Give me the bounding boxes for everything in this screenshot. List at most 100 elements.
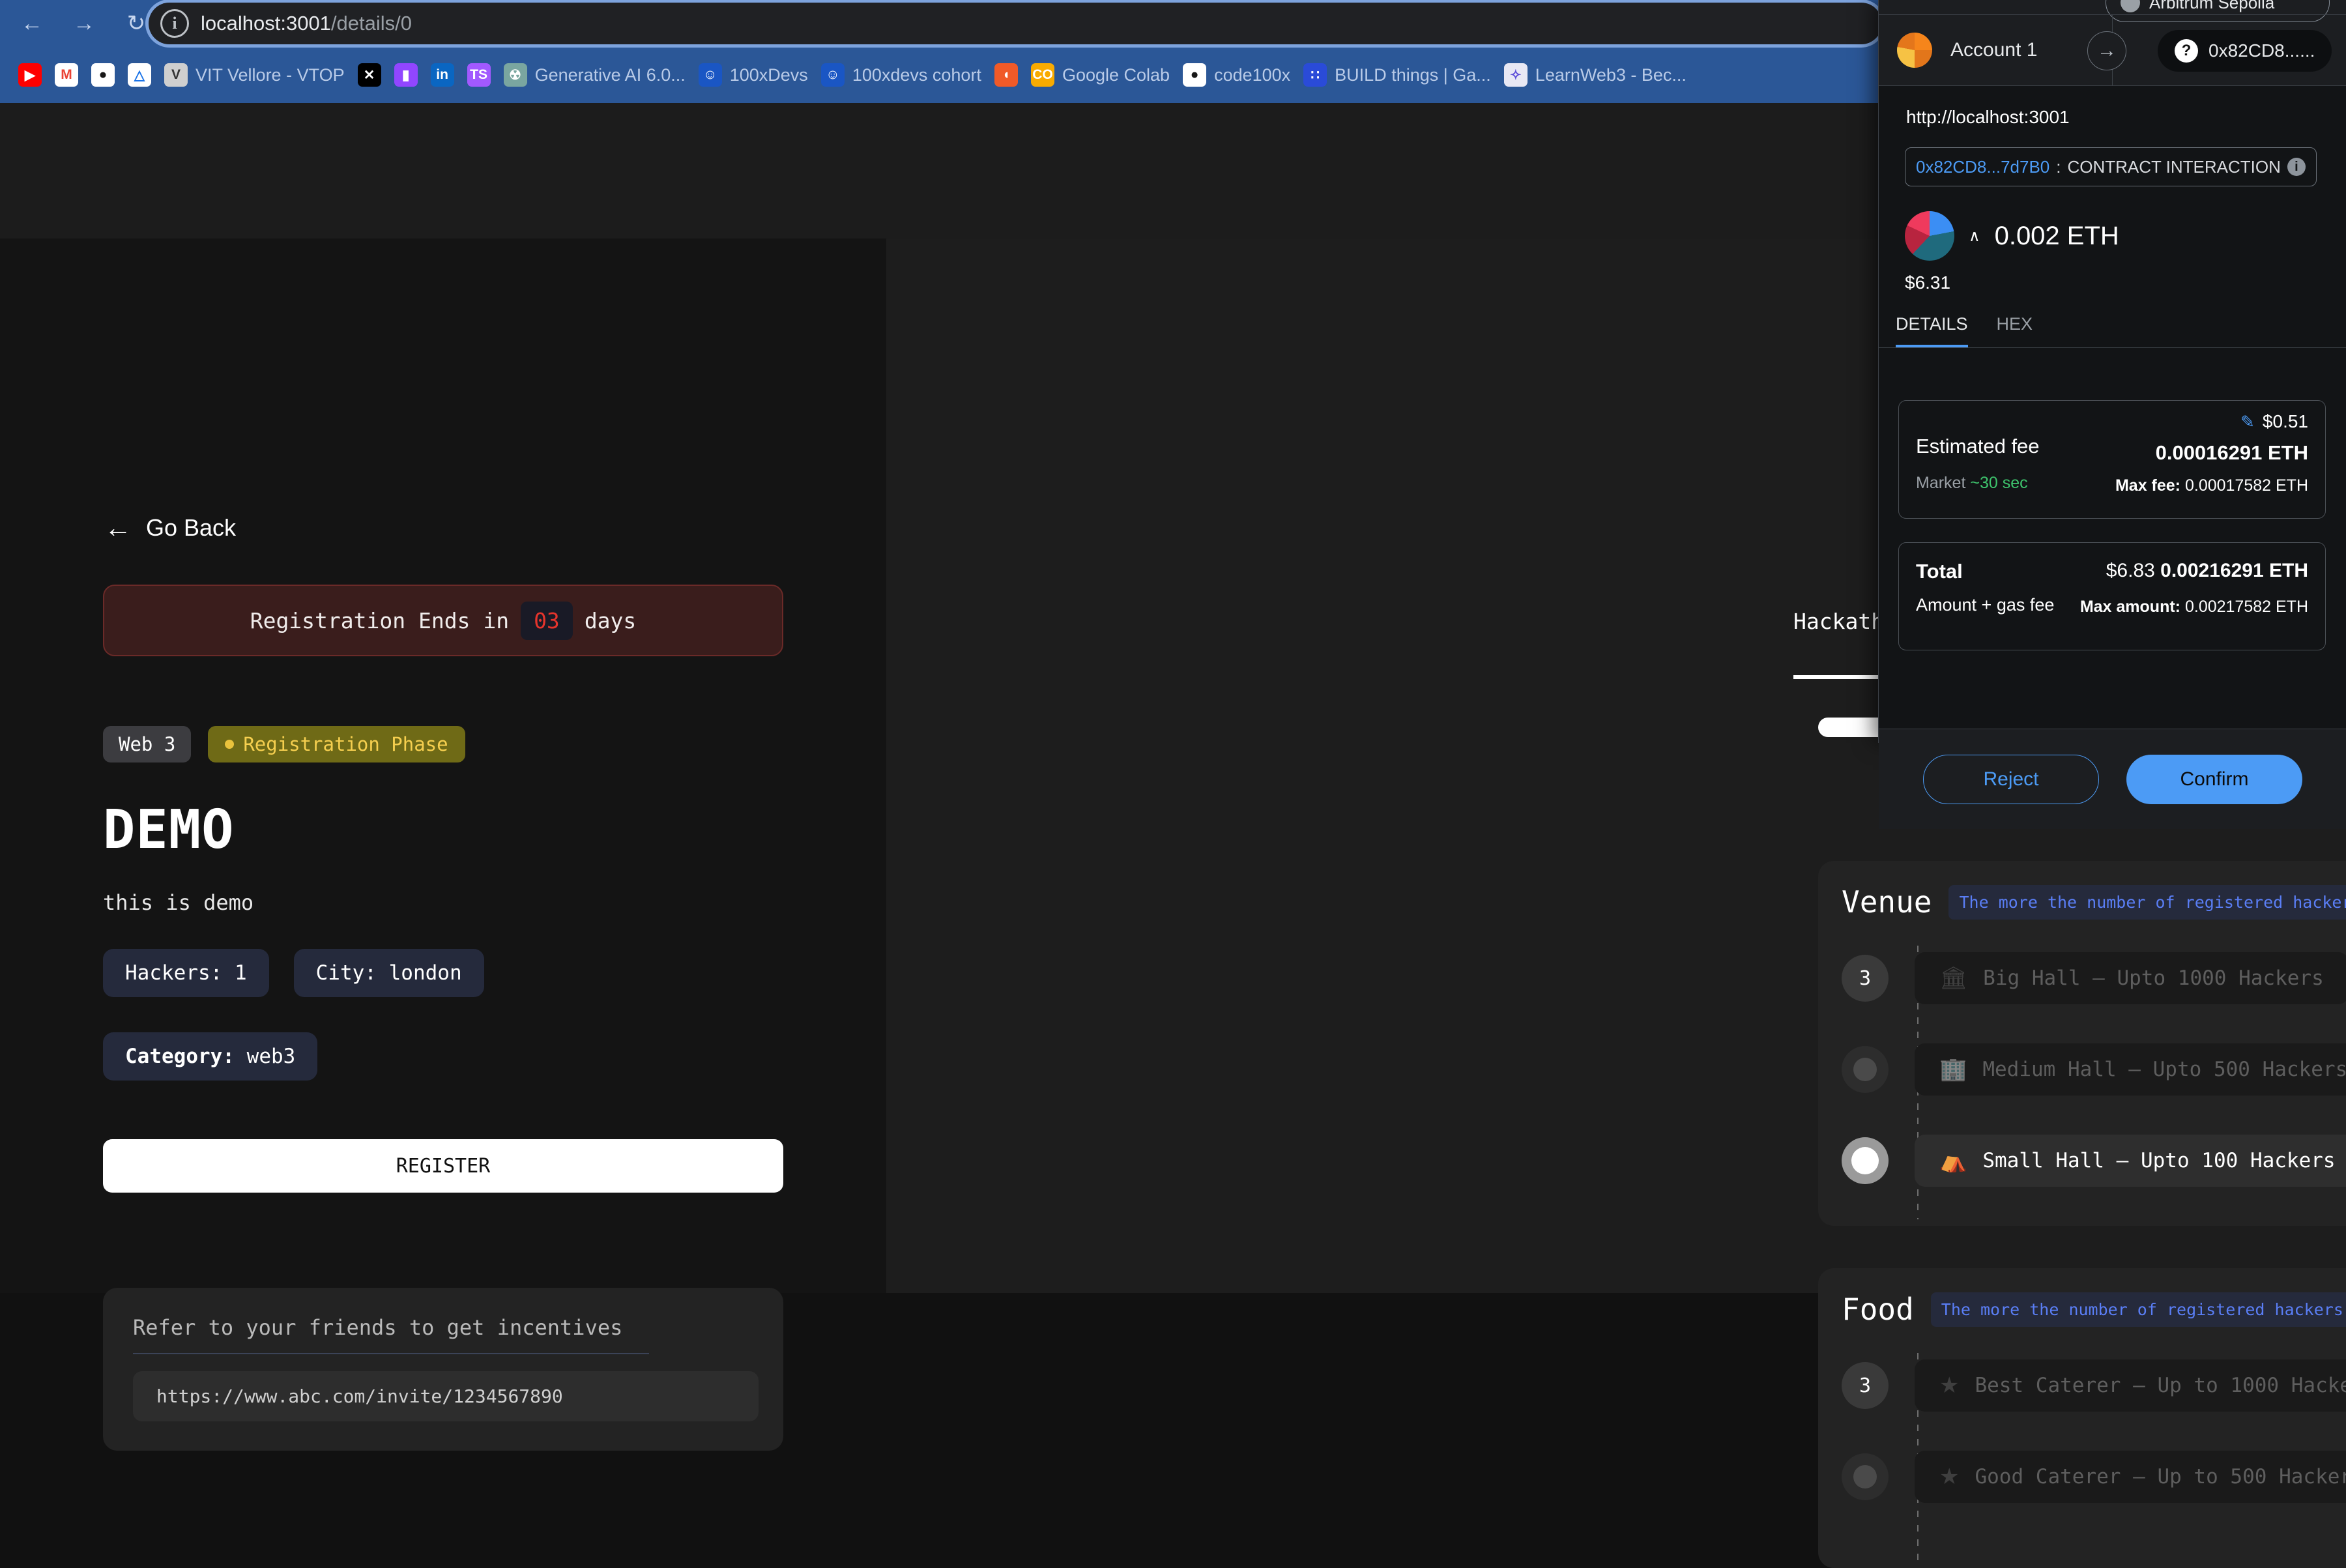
edit-pencil-icon[interactable]: ✎: [2240, 412, 2255, 432]
left-panel: ← Go Back Registration Ends in 03 days W…: [0, 239, 886, 1451]
page-title: DEMO: [103, 799, 235, 861]
contract-interaction-chip[interactable]: 0x82CD8...7d7B0 : CONTRACT INTERACTION i: [1905, 147, 2317, 186]
section-note: The more the number of registered hacker…: [1948, 884, 2346, 920]
bookmark-label: BUILD things | Ga...: [1335, 65, 1491, 85]
network-name: Arbitrum Sepolia: [2149, 0, 2275, 12]
tab-details[interactable]: DETAILS: [1896, 310, 1968, 347]
option-pill[interactable]: 🏢 Medium Hall — Upto 500 Hackers: [1915, 1043, 2346, 1096]
category-label: Category:: [125, 1045, 235, 1068]
registration-countdown-banner: Registration Ends in 03 days: [103, 585, 783, 656]
url-host: localhost:3001: [201, 12, 331, 35]
tag-web3: Web 3: [103, 726, 192, 762]
go-back-button[interactable]: ← Go Back: [104, 512, 236, 544]
google-drive-icon: △: [128, 63, 151, 87]
colab-icon: CO: [1030, 63, 1054, 87]
bookmark-label: VIT Vellore - VTOP: [195, 65, 345, 85]
bookmark-item[interactable]: M: [48, 47, 85, 103]
confirm-button[interactable]: Confirm: [2126, 754, 2302, 804]
venue-option-small-hall[interactable]: ⛺ Small Hall — Upto 100 Hackers: [1842, 1135, 2346, 1187]
address-bar[interactable]: i localhost:3001/details/0: [149, 3, 1882, 44]
tent-icon: ⛺: [1939, 1148, 1967, 1173]
bookmark-item[interactable]: ∷ BUILD things | Ga...: [1297, 47, 1498, 103]
bookmark-item[interactable]: TS: [461, 47, 497, 103]
metamask-popup: Arbitrum Sepolia Account 1 → ? 0x82CD8..…: [1878, 0, 2346, 829]
amount-fiat: $6.31: [1905, 272, 1951, 293]
section-food: Food The more the number of registered h…: [1818, 1268, 2346, 1568]
divider: [133, 1353, 649, 1354]
section-title: Food: [1842, 1292, 1914, 1327]
food-option-good-caterer[interactable]: ★ Good Caterer — Up to 500 Hackers: [1842, 1451, 2346, 1503]
bookmark-item[interactable]: ▮: [388, 47, 424, 103]
x-twitter-icon: ✕: [357, 63, 381, 87]
fee-market-label: Market: [1916, 474, 1966, 492]
referral-link-field[interactable]: https://www.abc.com/invite/1234567890: [133, 1371, 759, 1421]
back-icon[interactable]: ←: [12, 3, 52, 44]
recipient-address-pill[interactable]: ? 0x82CD8......: [2158, 30, 2332, 72]
bookmark-item[interactable]: ◖: [988, 47, 1024, 103]
forward-icon[interactable]: →: [64, 3, 104, 44]
venue-option-medium-hall[interactable]: 🏢 Medium Hall — Upto 500 Hackers: [1842, 1043, 2346, 1096]
build-icon: ∷: [1303, 63, 1327, 87]
option-pill[interactable]: 🏛 Big Hall — Upto 1000 Hackers: [1915, 952, 2346, 1004]
edit-fee-row[interactable]: ✎ $0.51: [2240, 411, 2308, 432]
bookmark-label: Generative AI 6.0...: [534, 65, 686, 85]
bookmark-item[interactable]: ▶: [12, 47, 48, 103]
bookmark-item[interactable]: ☺ 100xdevs cohort: [815, 47, 988, 103]
max-fee-label: Max fee:: [2115, 476, 2181, 495]
info-icon[interactable]: i: [2287, 158, 2306, 176]
url-path: /details/0: [330, 12, 413, 35]
venue-option-big-hall[interactable]: 3 🏛 Big Hall — Upto 1000 Hackers: [1842, 952, 2346, 1004]
bookmark-item[interactable]: ● code100x: [1176, 47, 1297, 103]
section-venue: Venue The more the number of registered …: [1818, 861, 2346, 1226]
gmail-icon: M: [55, 63, 78, 87]
bookmark-item[interactable]: △: [121, 47, 158, 103]
bookmark-label: 100xDevs: [729, 65, 808, 85]
bookmark-label: code100x: [1214, 65, 1291, 85]
bookmark-item[interactable]: in: [424, 47, 461, 103]
account-avatar-icon: [1897, 33, 1932, 68]
bookmark-item[interactable]: ✧ LearnWeb3 - Bec...: [1498, 47, 1693, 103]
linkedin-icon: in: [430, 63, 454, 87]
office-building-icon: 🏢: [1939, 1057, 1967, 1082]
twitch-icon: ▮: [394, 63, 418, 87]
globe-icon: [2121, 0, 2140, 12]
bookmark-label: Google Colab: [1062, 65, 1170, 85]
arrow-right-icon: →: [2087, 31, 2126, 70]
max-amount-value: 0.00217582 ETH: [2184, 598, 2308, 616]
section-note: The more the number of registered hacker…: [1930, 1292, 2346, 1327]
option-label: Good Caterer — Up to 500 Hackers: [1975, 1465, 2346, 1488]
bookmark-item[interactable]: ☢ Generative AI 6.0...: [497, 47, 692, 103]
metamask-account-bar: Account 1 → ? 0x82CD8......: [1879, 14, 2346, 87]
register-button[interactable]: REGISTER: [103, 1139, 783, 1193]
page-description: this is demo: [103, 890, 254, 915]
reject-button[interactable]: Reject: [1923, 754, 2099, 804]
contract-separator: :: [2056, 156, 2061, 177]
fee-market-time: ~30 sec: [1970, 474, 2028, 492]
max-fee-value: 0.00017582 ETH: [2184, 476, 2308, 495]
tab-hex[interactable]: HEX: [1997, 310, 2033, 347]
transaction-amount: ∧ 0.002 ETH: [1905, 211, 2119, 261]
recipient-address: 0x82CD8......: [2208, 40, 2315, 61]
metamask-body: http://localhost:3001 0x82CD8...7d7B0 : …: [1879, 86, 2346, 829]
bookmark-item[interactable]: CO Google Colab: [1024, 47, 1176, 103]
option-pill-selected[interactable]: ⛺ Small Hall — Upto 100 Hackers: [1915, 1135, 2346, 1187]
estimated-fee-label: Estimated fee: [1916, 435, 2040, 457]
tag-registration-phase-label: Registration Phase: [243, 733, 448, 755]
option-pill[interactable]: ★ Best Caterer — Up to 1000 Hackers: [1915, 1359, 2346, 1412]
bookmark-item[interactable]: ✕: [351, 47, 388, 103]
step-bullet: [1842, 1453, 1889, 1500]
total-fiat: $6.83: [2106, 560, 2155, 581]
option-pill[interactable]: ★ Good Caterer — Up to 500 Hackers: [1915, 1451, 2346, 1503]
estimated-fee-box: Estimated fee Market ~30 sec ✎ $0.51 0.0…: [1898, 400, 2326, 519]
option-label: Big Hall — Upto 1000 Hackers: [1983, 966, 2324, 990]
site-info-icon[interactable]: i: [160, 9, 189, 38]
bookmark-item[interactable]: V VIT Vellore - VTOP: [158, 47, 351, 103]
github-icon: ●: [91, 63, 115, 87]
bookmark-item[interactable]: ☺ 100xDevs: [692, 47, 815, 103]
bookmark-item[interactable]: ●: [85, 47, 121, 103]
food-option-best-caterer[interactable]: 3 ★ Best Caterer — Up to 1000 Hackers: [1842, 1359, 2346, 1412]
chip-hackers: Hackers: 1: [103, 949, 269, 997]
typescript-icon: TS: [467, 63, 491, 87]
question-mark-icon: ?: [2175, 39, 2198, 63]
section-header: Venue The more the number of registered …: [1842, 884, 2346, 920]
